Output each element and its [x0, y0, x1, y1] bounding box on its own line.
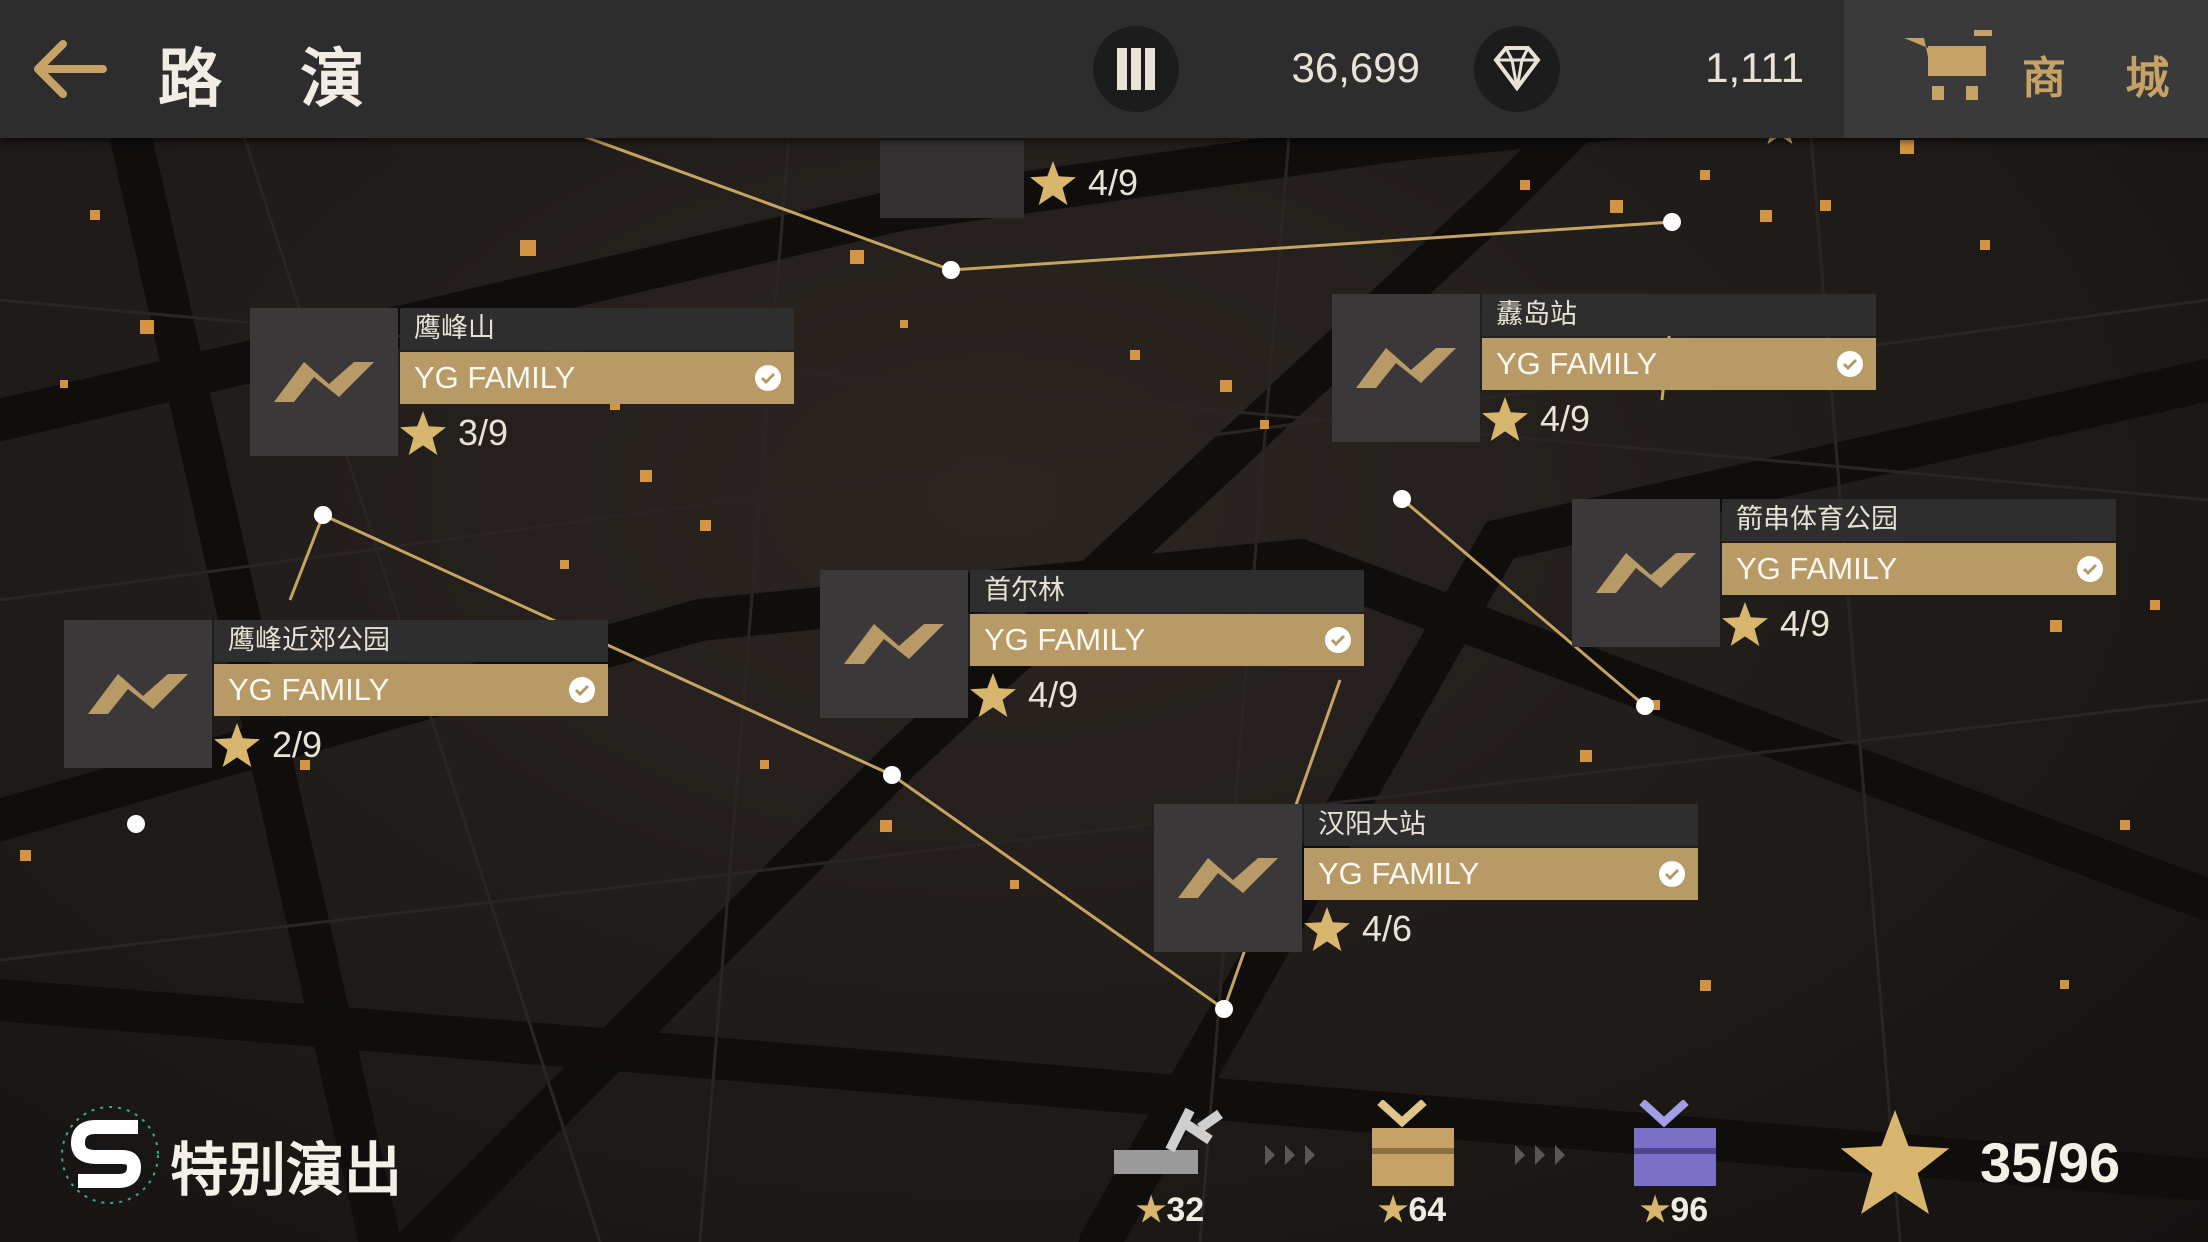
- bars-currency-icon: [1093, 26, 1179, 112]
- route-node-jianchuan[interactable]: 箭串体育公园 YG FAMILY 4/9: [1572, 499, 2122, 679]
- stars-display: 3/9: [400, 408, 508, 458]
- stars-display: 2/9: [214, 720, 322, 770]
- stars-value: 4/9: [1028, 674, 1079, 715]
- reward-cost: ★32: [1110, 1190, 1230, 1230]
- star-icon: [1304, 907, 1350, 951]
- stars-value: 4/6: [1362, 908, 1413, 949]
- node-name: 鹰峰近郊公园: [214, 620, 608, 662]
- yg-logo-icon: [1154, 804, 1302, 952]
- stars-value: 2/9: [272, 724, 323, 765]
- stars-display: 4/9: [1722, 599, 1830, 649]
- cart-icon: [1904, 30, 1992, 100]
- stars-value: 4/9: [1540, 398, 1591, 439]
- star-icon: ★: [1377, 1191, 1409, 1229]
- stars-value: 4/9: [1780, 603, 1831, 644]
- node-name: 汉阳大站: [1304, 804, 1698, 846]
- s-logo-icon: [61, 1106, 159, 1204]
- route-node-yingfengshan[interactable]: 鹰峰山 YG FAMILY 3/9: [250, 308, 800, 488]
- check-icon: [1659, 861, 1685, 887]
- star-icon: [1482, 397, 1528, 441]
- silver-chest-icon: [1114, 1107, 1223, 1174]
- family-label: YG FAMILY: [228, 672, 390, 707]
- node-name: 箭串体育公园: [1722, 499, 2116, 541]
- yg-logo-icon: [880, 140, 1024, 218]
- route-node-shouerlin[interactable]: 首尔林 YG FAMILY 4/9: [820, 570, 1370, 750]
- gems-value: 1,111: [1705, 44, 1804, 91]
- shop-button[interactable]: 商 城: [1844, 0, 2208, 138]
- check-icon: [569, 677, 595, 703]
- reward-tier-1[interactable]: ★32: [1110, 1100, 1315, 1230]
- big-star-icon: [1840, 1110, 1950, 1214]
- back-arrow-icon[interactable]: [28, 34, 108, 104]
- top-bar: 路 演 36,699 1,111 商 城: [0, 0, 2208, 138]
- stars-display: 4/9: [970, 670, 1078, 720]
- reward-tier-3[interactable]: ★96: [1614, 1099, 1734, 1230]
- route-node-yingfeng-park[interactable]: 鹰峰近郊公园 YG FAMILY 2/9: [64, 620, 614, 800]
- star-icon: [970, 673, 1016, 717]
- check-icon: [1325, 627, 1351, 653]
- star-icon: ★: [1639, 1191, 1671, 1229]
- reward-cost-value: 32: [1166, 1191, 1205, 1229]
- star-icon: [400, 411, 446, 455]
- shop-label: 商 城: [2022, 53, 2192, 104]
- star-icon: [214, 723, 260, 767]
- node-name: 鹰峰山: [400, 308, 794, 350]
- stars-value: 4/9: [1088, 162, 1139, 203]
- total-stars-value: 35/96: [1980, 1131, 2121, 1194]
- yg-logo-icon: [1572, 499, 1720, 647]
- yg-logo-icon: [1332, 294, 1480, 442]
- route-node-hanyang[interactable]: 汉阳大站 YG FAMILY 4/6: [1154, 804, 1704, 984]
- reward-tier-2[interactable]: ★64: [1352, 1099, 1565, 1230]
- route-node-lidao[interactable]: 纛岛站 YG FAMILY 4/9: [1332, 294, 1882, 474]
- family-bar: YG FAMILY: [214, 664, 608, 716]
- star-icon: [1030, 161, 1076, 205]
- purple-chest-icon: [1634, 1099, 1716, 1186]
- node-name: 首尔林: [970, 570, 1364, 612]
- special-label: 特别演出: [170, 1136, 403, 1204]
- yg-logo-icon: [250, 308, 398, 456]
- family-label: YG FAMILY: [1318, 856, 1480, 891]
- reward-cost-value: 64: [1408, 1191, 1447, 1229]
- stars-display: 4/6: [1304, 904, 1412, 954]
- gold-chest-icon: [1372, 1099, 1454, 1186]
- family-bar: YG FAMILY: [1722, 543, 2116, 595]
- stars-display: 4/9: [1030, 158, 1138, 208]
- diamond-icon: [1474, 26, 1560, 112]
- reward-cost: ★64: [1352, 1190, 1472, 1230]
- family-bar: YG FAMILY: [1482, 338, 1876, 390]
- node-name: 纛岛站: [1482, 294, 1876, 336]
- yg-logo-icon: [820, 570, 968, 718]
- arrow-chevrons-icon: [1265, 1145, 1315, 1165]
- family-bar: YG FAMILY: [400, 352, 794, 404]
- reward-cost-value: 96: [1670, 1191, 1709, 1229]
- family-label: YG FAMILY: [984, 622, 1146, 657]
- currency-value: 36,699: [1291, 44, 1420, 91]
- star-icon: ★: [1135, 1191, 1167, 1229]
- reward-cost: ★96: [1614, 1190, 1734, 1230]
- stars-value: 3/9: [458, 412, 509, 453]
- family-label: YG FAMILY: [414, 360, 576, 395]
- page-title: 路 演: [158, 43, 393, 117]
- yg-logo-icon: [64, 620, 212, 768]
- family-label: YG FAMILY: [1736, 551, 1898, 586]
- check-icon: [1837, 351, 1863, 377]
- family-bar: YG FAMILY: [1304, 848, 1698, 900]
- family-bar: YG FAMILY: [970, 614, 1364, 666]
- star-icon: [1722, 602, 1768, 646]
- total-stars: 35/96: [1840, 1110, 2120, 1220]
- arrow-chevrons-icon: [1515, 1145, 1565, 1165]
- family-label: YG FAMILY: [1496, 346, 1658, 381]
- check-icon: [2077, 556, 2103, 582]
- check-icon: [755, 365, 781, 391]
- stars-display: 4/9: [1482, 394, 1590, 444]
